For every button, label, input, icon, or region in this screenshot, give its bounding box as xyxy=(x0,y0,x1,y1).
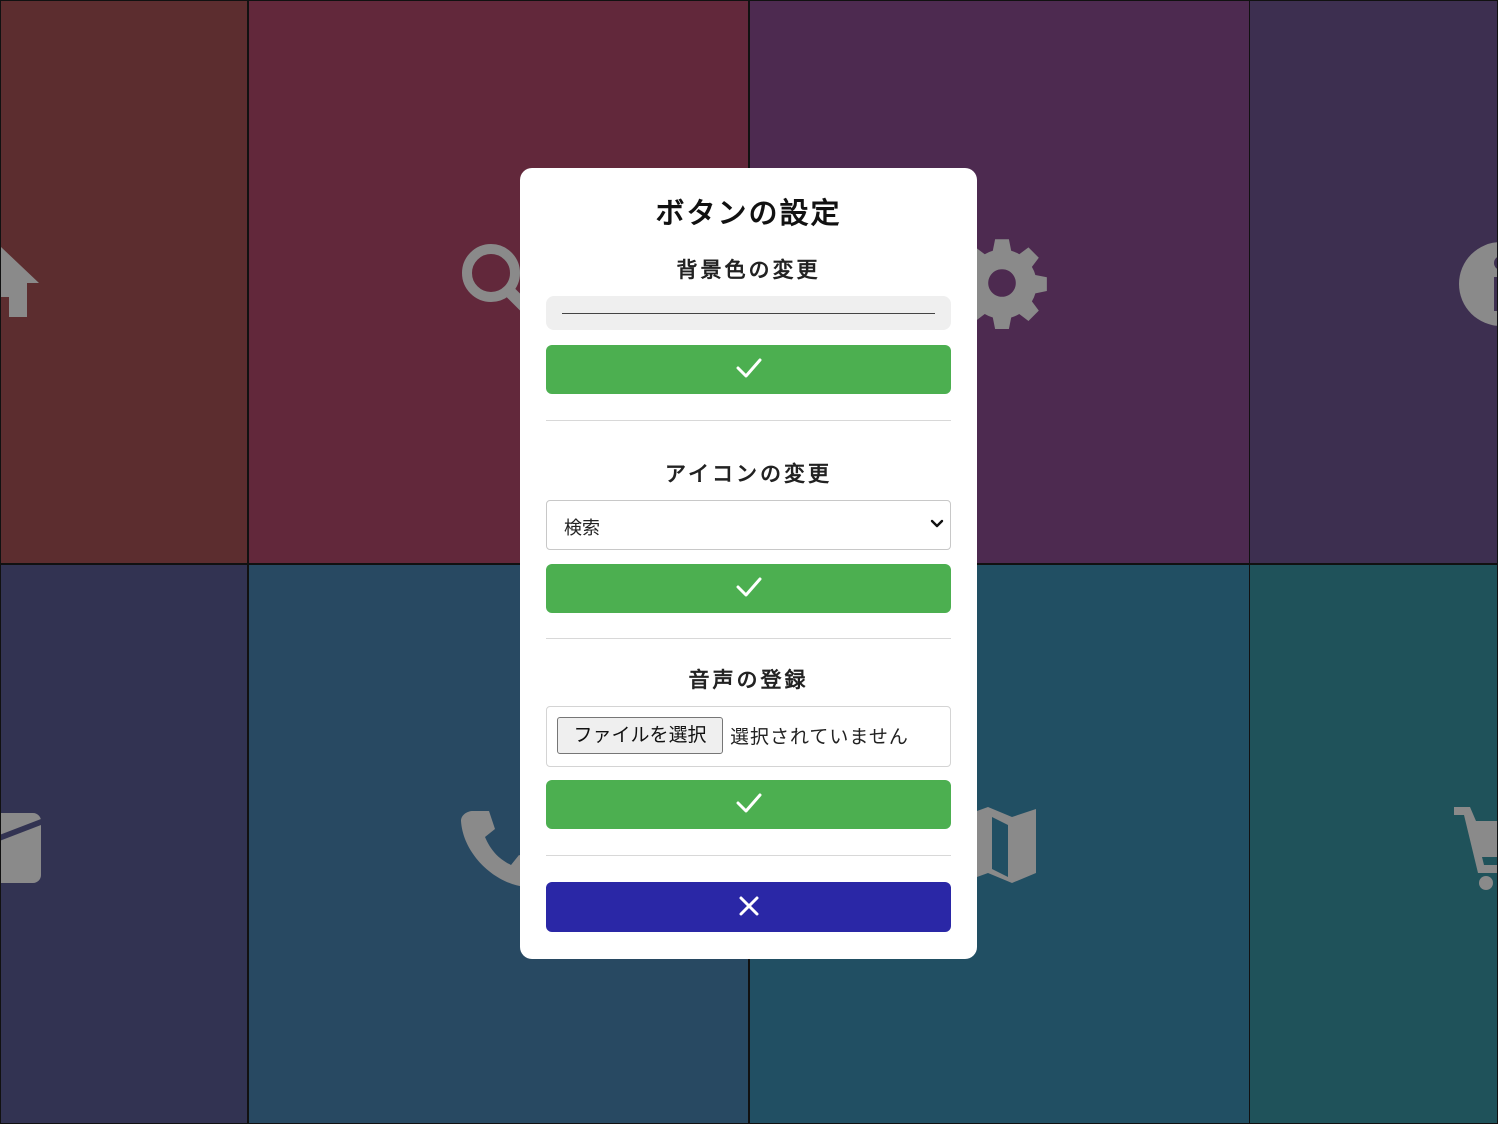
button-settings-modal: ボタンの設定 背景色の変更 アイコンの変更 検索 音声の登録 ファイルを選択 選… xyxy=(520,168,977,959)
choose-file-button[interactable]: ファイルを選択 xyxy=(557,717,723,754)
audio-file-input: ファイルを選択 選択されていません xyxy=(546,706,951,767)
check-icon xyxy=(736,793,762,813)
color-swatch xyxy=(562,313,935,314)
icon-section-title: アイコンの変更 xyxy=(665,462,832,486)
background-color-input[interactable] xyxy=(546,296,951,330)
tile-home[interactable] xyxy=(0,0,248,564)
icon-confirm-button[interactable] xyxy=(546,564,951,613)
section-divider xyxy=(546,855,951,856)
info-icon xyxy=(1459,242,1497,326)
close-icon xyxy=(739,896,759,916)
tile-cart[interactable] xyxy=(1249,564,1498,1124)
check-icon xyxy=(736,577,762,597)
mail-icon xyxy=(1,813,41,883)
check-icon xyxy=(736,358,762,378)
icon-select[interactable]: 検索 xyxy=(546,500,951,550)
section-divider xyxy=(546,638,951,639)
icon-select-value: 検索 xyxy=(564,518,600,539)
tile-mail[interactable] xyxy=(0,564,248,1124)
close-modal-button[interactable] xyxy=(546,882,951,932)
section-divider xyxy=(546,420,951,421)
home-icon xyxy=(1,247,39,317)
audio-section-title: 音声の登録 xyxy=(688,668,809,692)
background-section-title: 背景色の変更 xyxy=(676,258,821,282)
tile-info[interactable] xyxy=(1249,0,1498,564)
chevron-down-icon xyxy=(930,519,944,528)
file-status-text: 選択されていません xyxy=(730,726,909,748)
audio-confirm-button[interactable] xyxy=(546,780,951,829)
cart-icon xyxy=(1454,807,1497,890)
modal-title: ボタンの設定 xyxy=(655,196,842,230)
background-confirm-button[interactable] xyxy=(546,345,951,394)
